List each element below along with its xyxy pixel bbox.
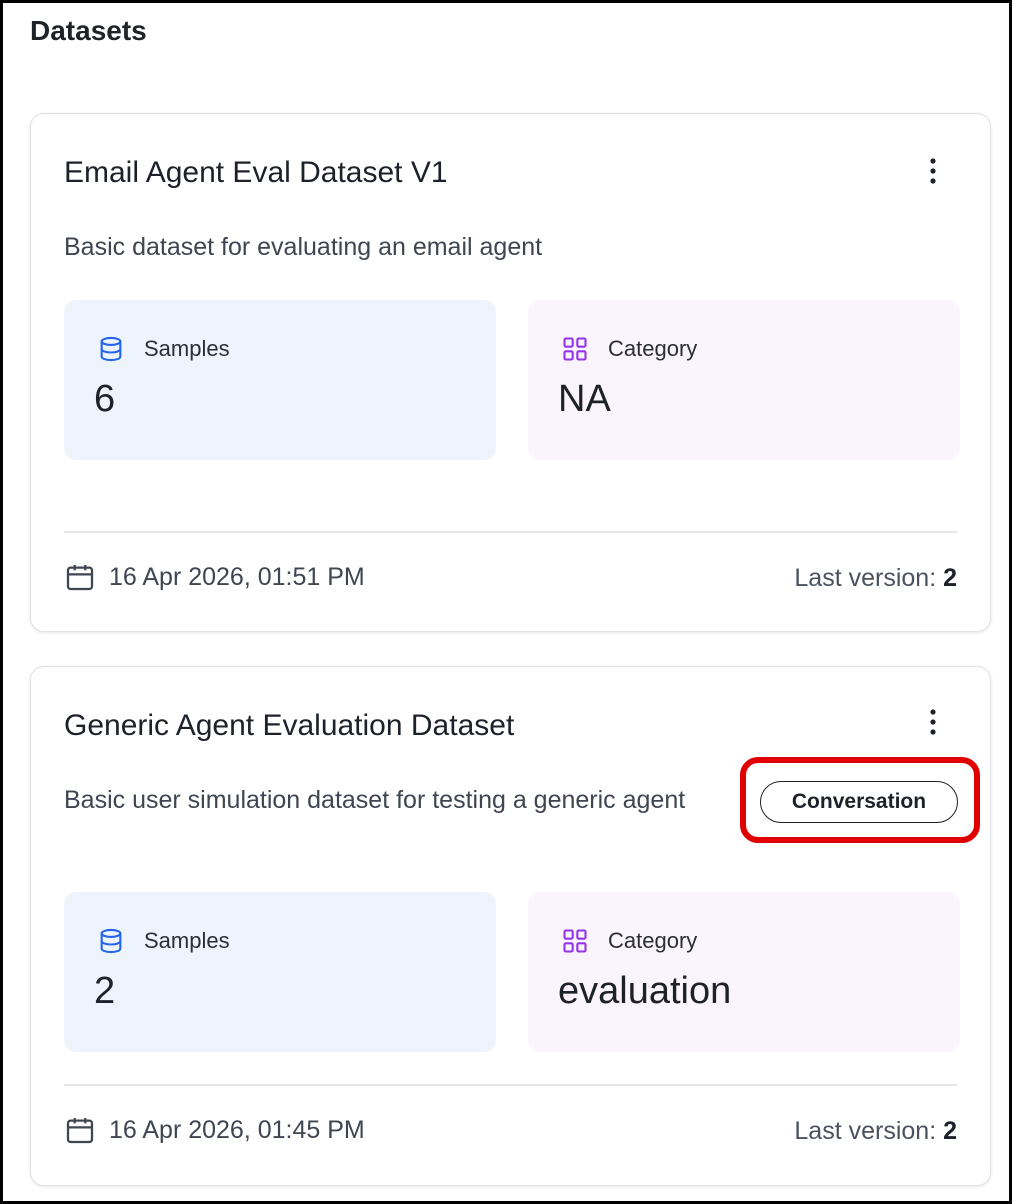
created-date: 16 Apr 2026, 01:45 PM: [64, 1113, 365, 1147]
last-version-label: Last version:: [794, 1117, 944, 1145]
dataset-title[interactable]: Generic Agent Evaluation Dataset: [64, 709, 514, 743]
date-text: 16 Apr 2026, 01:51 PM: [109, 562, 365, 591]
dataset-title[interactable]: Email Agent Eval Dataset V1: [64, 156, 448, 190]
samples-label: Samples: [144, 336, 230, 361]
category-tile: Category NA: [528, 300, 960, 460]
samples-value: 6: [94, 378, 116, 420]
last-version: Last version: 2: [794, 1117, 957, 1146]
created-date: 16 Apr 2026, 01:51 PM: [64, 560, 365, 594]
card-divider: [64, 531, 957, 533]
card-divider: [64, 1084, 957, 1086]
samples-tile: Samples 2: [64, 892, 496, 1052]
category-label: Category: [608, 336, 698, 361]
dataset-description: Basic user simulation dataset for testin…: [64, 786, 686, 814]
last-version-label: Last version:: [794, 564, 944, 592]
page-frame: Datasets Email Agent Eval Dataset V1 Bas…: [0, 0, 1012, 1204]
date-text: 16 Apr 2026, 01:45 PM: [109, 1115, 365, 1144]
dataset-card[interactable]: Email Agent Eval Dataset V1 Basic datase…: [30, 113, 991, 632]
page-title: Datasets: [30, 15, 147, 46]
database-icon: [97, 926, 127, 956]
samples-tile: Samples 6: [64, 300, 496, 460]
last-version: Last version: 2: [794, 564, 957, 593]
calendar-icon: [64, 1113, 98, 1147]
samples-value: 2: [94, 970, 116, 1012]
category-value: NA: [558, 378, 611, 420]
kebab-menu-icon[interactable]: [921, 156, 945, 186]
dataset-card[interactable]: Generic Agent Evaluation Dataset Basic u…: [30, 666, 991, 1186]
category-label: Category: [608, 928, 698, 953]
database-icon: [97, 334, 127, 364]
last-version-value: 2: [943, 1117, 957, 1145]
samples-label: Samples: [144, 928, 230, 953]
grid-icon: [561, 334, 591, 364]
grid-icon: [561, 926, 591, 956]
calendar-icon: [64, 560, 98, 594]
category-value: evaluation: [558, 970, 732, 1012]
last-version-value: 2: [943, 564, 957, 592]
dataset-description: Basic dataset for evaluating an email ag…: [64, 233, 543, 261]
kebab-menu-icon[interactable]: [921, 707, 945, 737]
conversation-tag-badge: Conversation: [760, 781, 958, 823]
category-tile: Category evaluation: [528, 892, 960, 1052]
